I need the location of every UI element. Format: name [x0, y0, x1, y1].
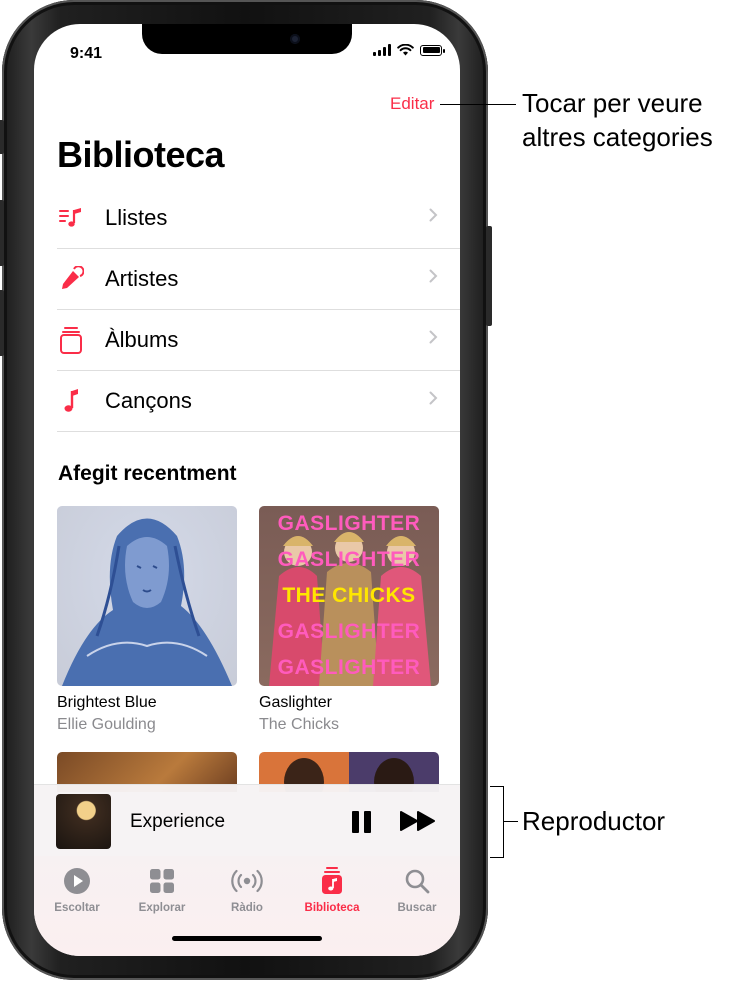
album-cover	[57, 506, 237, 686]
menu-item-artists[interactable]: Artistes	[57, 249, 460, 310]
edit-link[interactable]: Editar	[390, 94, 434, 114]
album-title: Gaslighter	[259, 694, 332, 711]
search-icon	[377, 866, 457, 896]
phone-frame: 9:41 Editar Biblioteca Llistes Artistes …	[0, 0, 492, 980]
tab-label: Ràdio	[231, 902, 263, 914]
edit-callout-line-1: Tocar per veure	[522, 88, 703, 118]
mute-switch	[0, 120, 4, 154]
tab-label: Buscar	[397, 902, 437, 914]
mini-player[interactable]: Experience	[34, 784, 460, 858]
section-title-recently-added: Afegit recentment	[58, 462, 237, 485]
play-circle-icon	[37, 866, 117, 896]
player-bracket-vertical	[503, 786, 504, 858]
tab-label: Explorar	[138, 902, 186, 914]
tab-label: Escoltar	[54, 902, 100, 914]
player-callout-line	[504, 821, 518, 822]
tab-label: Biblioteca	[304, 902, 360, 914]
cover-text: GASLIGHTER	[277, 620, 421, 643]
album-cover: GASLIGHTER GASLIGHTER THE CHICKS GASLIGH…	[259, 506, 439, 686]
edit-callout-line-2: altres categories	[522, 122, 713, 152]
now-playing-title: Experience	[130, 811, 226, 832]
tab-library[interactable]: Biblioteca	[292, 866, 372, 914]
forward-button[interactable]	[400, 810, 436, 832]
album-stack-icon	[57, 326, 85, 354]
menu-item-label: Àlbums	[105, 327, 179, 352]
menu-item-label: Artistes	[105, 266, 179, 291]
cellular-signal-icon	[373, 44, 391, 56]
tab-browse[interactable]: Explorar	[122, 866, 202, 914]
notch	[142, 24, 352, 54]
album-card[interactable]: Brightest Blue Ellie Goulding	[57, 506, 237, 734]
edit-callout: Tocar per veure altres categories	[522, 86, 713, 154]
tab-search[interactable]: Buscar	[377, 866, 457, 914]
album-title: Brightest Blue	[57, 694, 157, 711]
now-playing-artwork	[56, 794, 111, 849]
pause-button[interactable]	[352, 811, 372, 833]
volume-down-button	[0, 290, 4, 356]
home-indicator	[172, 936, 322, 941]
player-bracket-bottom	[490, 857, 504, 858]
player-bracket-top	[490, 786, 504, 787]
volume-up-button	[0, 200, 4, 266]
playlist-icon	[57, 204, 85, 232]
library-menu: Llistes Artistes Àlbums Cançons	[57, 188, 460, 432]
library-icon	[292, 866, 372, 896]
player-callout: Reproductor	[522, 806, 666, 836]
chevron-right-icon	[429, 208, 438, 222]
menu-item-albums[interactable]: Àlbums	[57, 310, 460, 371]
menu-item-playlists[interactable]: Llistes	[57, 188, 460, 249]
album-artist: The Chicks	[259, 716, 340, 733]
menu-item-label: Llistes	[105, 205, 168, 230]
page-title: Biblioteca	[57, 134, 225, 175]
battery-icon	[420, 44, 445, 56]
screen: 9:41 Editar Biblioteca Llistes Artistes …	[34, 24, 460, 956]
cover-text: GASLIGHTER	[277, 656, 421, 679]
menu-item-label: Cançons	[105, 388, 192, 413]
chevron-right-icon	[429, 269, 438, 283]
status-icons	[373, 44, 445, 56]
cover-text: GASLIGHTER	[277, 512, 421, 535]
camera-icon	[290, 34, 300, 44]
grid-icon	[122, 866, 202, 896]
chevron-right-icon	[429, 391, 438, 405]
music-note-icon	[57, 387, 85, 415]
side-button	[486, 226, 492, 326]
edit-callout-line	[440, 104, 516, 105]
status-time: 9:41	[70, 45, 103, 62]
menu-item-songs[interactable]: Cançons	[57, 371, 460, 432]
album-card[interactable]: GASLIGHTER GASLIGHTER THE CHICKS GASLIGH…	[259, 506, 439, 734]
radio-waves-icon	[207, 866, 287, 896]
tab-listen-now[interactable]: Escoltar	[37, 866, 117, 914]
wifi-icon	[397, 44, 414, 56]
cover-text: THE CHICKS	[282, 584, 416, 607]
tab-radio[interactable]: Ràdio	[207, 866, 287, 914]
tab-bar: Escoltar Explorar Ràdio Biblioteca Busca…	[34, 856, 460, 956]
cover-text: GASLIGHTER	[277, 548, 421, 571]
chevron-right-icon	[429, 330, 438, 344]
album-artist: Ellie Goulding	[57, 716, 156, 733]
microphone-icon	[57, 265, 85, 293]
